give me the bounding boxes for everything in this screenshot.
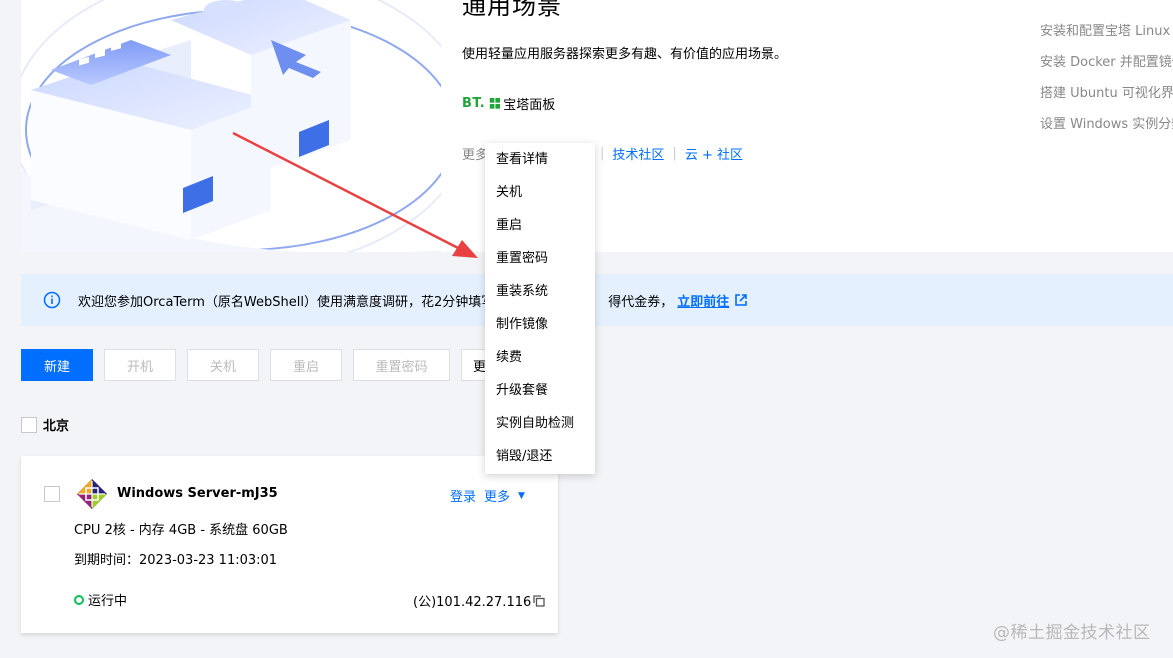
instance-spec: CPU 2核 - 内存 4GB - 系统盘 60GB	[74, 523, 288, 538]
scene-link-windows[interactable]: 设置 Windows 实例分辨	[1040, 117, 1173, 148]
notice-text: 欢迎您参加OrcaTerm（原名WebShell）使用满意度调研，花2分钟填写	[78, 294, 495, 310]
region-label: 北京	[43, 419, 70, 434]
public-ip: (公)101.42.27.116	[413, 595, 532, 610]
status-running-icon	[74, 594, 84, 605]
scene-link-ubuntu[interactable]: 搭建 Ubuntu 可视化界面	[1040, 86, 1173, 117]
more-actions-menu: 查看详情 关机 重启 重置密码 重装系统 制作镜像 续费 升级套餐 实例自助检测…	[485, 143, 595, 474]
instance-status: 运行中	[74, 590, 127, 609]
menu-item-view-details[interactable]: 查看详情	[485, 143, 595, 176]
scene-card: 通用场景 使用轻量应用服务器探索更多有趣、有价值的应用场景。 BT. ■■ ■■ …	[21, 0, 1173, 252]
watermark: @稀土掘金技术社区	[993, 623, 1151, 643]
survey-notice: 欢迎您参加OrcaTerm（原名WebShell）使用满意度调研，花2分钟填写 …	[21, 274, 1173, 326]
instance-name[interactable]: Windows Server-mJ35	[117, 486, 278, 501]
link-separator: |	[600, 146, 605, 161]
menu-item-restart[interactable]: 重启	[485, 209, 595, 242]
cloud-community-link[interactable]: 云 + 社区	[685, 144, 743, 163]
instance-ip: (公)101.42.27.116	[413, 591, 545, 610]
scene-title: 通用场景	[462, 0, 562, 20]
instance-actions: 登录 更多 ▼	[450, 486, 525, 505]
power-on-button[interactable]: 开机	[104, 349, 176, 381]
menu-item-reinstall-system[interactable]: 重装系统	[485, 275, 595, 308]
menu-item-create-image[interactable]: 制作镜像	[485, 308, 595, 341]
caret-down-icon[interactable]: ▼	[518, 491, 525, 501]
shutdown-button[interactable]: 关机	[187, 349, 259, 381]
menu-item-upgrade-plan[interactable]: 升级套餐	[485, 374, 595, 407]
os-logo-icon	[77, 479, 107, 509]
restart-button[interactable]: 重启	[270, 349, 342, 381]
notice-text-after: 得代金券，	[608, 294, 674, 310]
scene-description: 使用轻量应用服务器探索更多有趣、有价值的应用场景。	[462, 47, 788, 62]
menu-item-destroy-return[interactable]: 销毁/退还	[485, 440, 595, 473]
scene-illustration	[21, 0, 441, 252]
link-separator: |	[672, 146, 677, 161]
copy-icon[interactable]	[533, 594, 545, 607]
external-link-icon[interactable]	[735, 294, 748, 306]
instance-card: Windows Server-mJ35 登录 更多 ▼ CPU 2核 - 内存 …	[21, 456, 558, 633]
menu-item-shutdown[interactable]: 关机	[485, 176, 595, 209]
bt-logo-dots-icon: ■■ ■■	[489, 96, 501, 110]
instance-toolbar: 新建 开机 关机 重启 重置密码 更	[21, 349, 501, 381]
bt-logo: BT.	[462, 96, 486, 111]
scene-link-docker[interactable]: 安装 Docker 并配置镜像	[1040, 55, 1173, 86]
status-label: 运行中	[88, 594, 128, 609]
bt-panel-item[interactable]: BT. ■■ ■■ 宝塔面板	[462, 94, 555, 113]
notice-go-link[interactable]: 立即前往	[677, 291, 729, 310]
instance-expire-time: 到期时间：2023-03-23 11:03:01	[74, 553, 278, 568]
info-icon	[43, 291, 61, 309]
login-link[interactable]: 登录	[450, 486, 476, 505]
bt-panel-label: 宝塔面板	[503, 98, 556, 113]
menu-item-self-check[interactable]: 实例自助检测	[485, 407, 595, 440]
tech-community-link[interactable]: 技术社区	[612, 144, 664, 163]
scene-link-bt-linux[interactable]: 安装和配置宝塔 Linux	[1040, 24, 1173, 55]
region-checkbox[interactable]	[21, 416, 37, 433]
create-button[interactable]: 新建	[21, 349, 93, 381]
instance-more-link[interactable]: 更多	[484, 486, 510, 505]
instance-checkbox[interactable]	[44, 486, 60, 502]
region-group: 北京	[21, 415, 69, 434]
right-scene-links: 安装和配置宝塔 Linux 安装 Docker 并配置镜像 搭建 Ubuntu …	[1040, 24, 1173, 148]
reset-password-button[interactable]: 重置密码	[353, 349, 450, 381]
menu-item-renew[interactable]: 续费	[485, 341, 595, 374]
menu-item-reset-password[interactable]: 重置密码	[485, 242, 595, 275]
